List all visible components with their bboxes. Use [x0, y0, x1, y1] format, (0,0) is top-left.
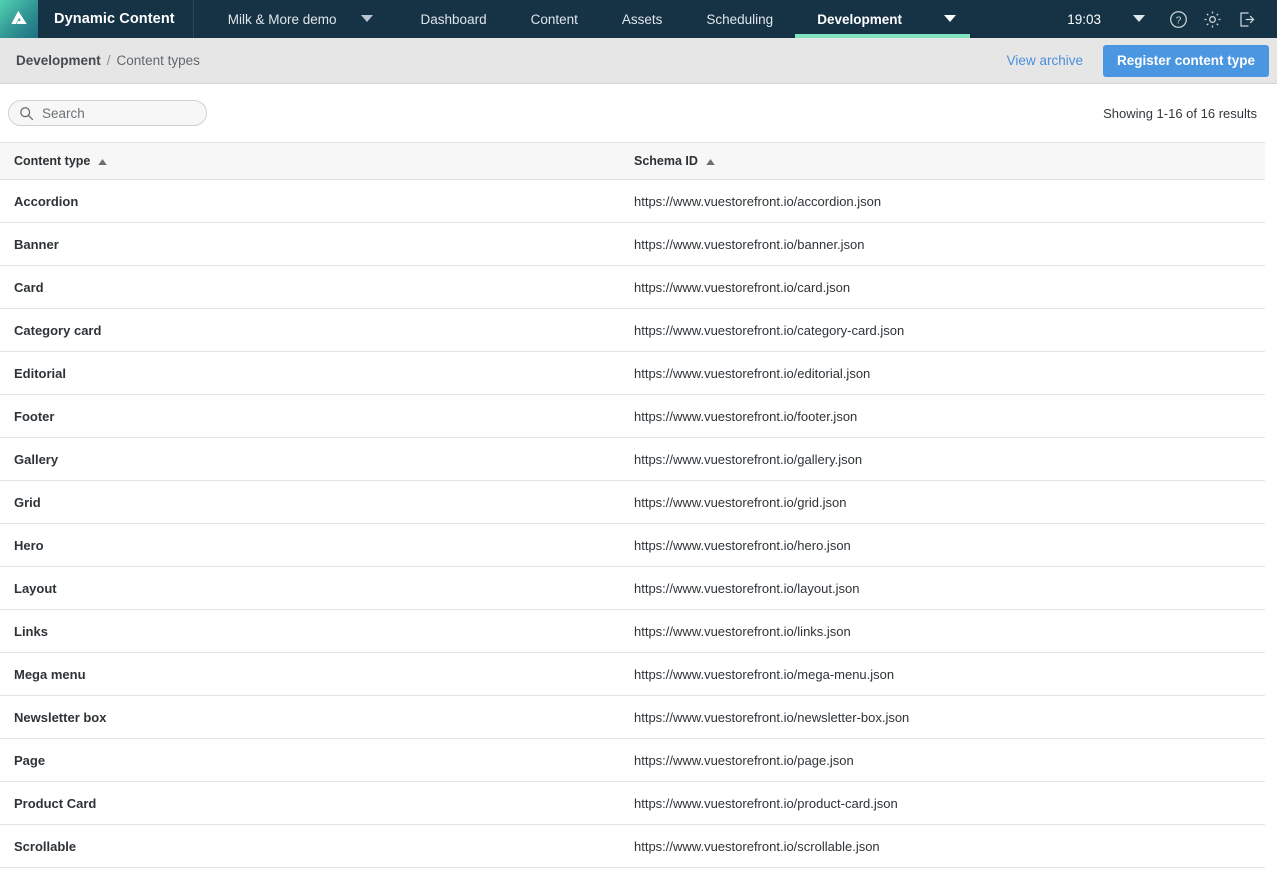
table-header-row: Content type Schema ID: [0, 143, 1265, 180]
column-header-schema-id[interactable]: Schema ID: [620, 143, 1265, 180]
nav-item-development-label: Development: [817, 12, 902, 27]
cell-schema-id: https://www.vuestorefront.io/links.json: [620, 610, 1265, 653]
cell-content-type-name: Hero: [0, 524, 620, 567]
view-archive-link[interactable]: View archive: [987, 53, 1103, 68]
logout-icon[interactable]: [1229, 0, 1263, 38]
breadcrumb-action-bar: Development / Content types View archive…: [0, 38, 1277, 84]
content-types-table: Content type Schema ID: [0, 142, 1265, 868]
cell-schema-id: https://www.vuestorefront.io/grid.json: [620, 481, 1265, 524]
table-row[interactable]: Category cardhttps://www.vuestorefront.i…: [0, 309, 1265, 352]
hub-selector[interactable]: Milk & More demo: [194, 0, 347, 38]
cell-content-type-name: Page: [0, 739, 620, 782]
nav-item-assets-label: Assets: [622, 12, 663, 27]
settings-gear-icon[interactable]: [1195, 0, 1229, 38]
nav-spacer: [970, 0, 1067, 38]
cell-content-type-name: Footer: [0, 395, 620, 438]
nav-item-content[interactable]: Content: [509, 0, 600, 38]
nav-item-dashboard-label: Dashboard: [421, 12, 487, 27]
chevron-down-icon[interactable]: [347, 0, 399, 38]
table-row[interactable]: Galleryhttps://www.vuestorefront.io/gall…: [0, 438, 1265, 481]
search-icon: [19, 106, 34, 121]
cell-schema-id: https://www.vuestorefront.io/mega-menu.j…: [620, 653, 1265, 696]
cell-schema-id: https://www.vuestorefront.io/category-ca…: [620, 309, 1265, 352]
content-types-table-container: Content type Schema ID: [0, 142, 1277, 868]
nav-item-assets[interactable]: Assets: [600, 0, 685, 38]
column-header-schema-id-label: Schema ID: [634, 154, 698, 168]
table-row[interactable]: Bannerhttps://www.vuestorefront.io/banne…: [0, 223, 1265, 266]
cell-content-type-name: Category card: [0, 309, 620, 352]
cell-schema-id: https://www.vuestorefront.io/editorial.j…: [620, 352, 1265, 395]
table-row[interactable]: Scrollablehttps://www.vuestorefront.io/s…: [0, 825, 1265, 868]
cell-schema-id: https://www.vuestorefront.io/page.json: [620, 739, 1265, 782]
cell-content-type-name: Grid: [0, 481, 620, 524]
cell-schema-id: https://www.vuestorefront.io/newsletter-…: [620, 696, 1265, 739]
table-row[interactable]: Gridhttps://www.vuestorefront.io/grid.js…: [0, 481, 1265, 524]
primary-nav-items: Dashboard Content Assets Scheduling Deve…: [399, 0, 970, 38]
table-row[interactable]: Product Cardhttps://www.vuestorefront.io…: [0, 782, 1265, 825]
table-header: Content type Schema ID: [0, 143, 1265, 180]
cell-content-type-name: Links: [0, 610, 620, 653]
table-body: Accordionhttps://www.vuestorefront.io/ac…: [0, 180, 1265, 868]
nav-item-content-label: Content: [531, 12, 578, 27]
hub-selector-label: Milk & More demo: [228, 12, 337, 27]
cell-schema-id: https://www.vuestorefront.io/banner.json: [620, 223, 1265, 266]
sort-ascending-icon: [706, 154, 715, 168]
cell-schema-id: https://www.vuestorefront.io/gallery.jso…: [620, 438, 1265, 481]
cell-schema-id: https://www.vuestorefront.io/card.json: [620, 266, 1265, 309]
filter-bar: Showing 1-16 of 16 results: [0, 84, 1277, 142]
cell-content-type-name: Product Card: [0, 782, 620, 825]
nav-item-development[interactable]: Development: [795, 0, 970, 38]
cell-content-type-name: Newsletter box: [0, 696, 620, 739]
cell-content-type-name: Banner: [0, 223, 620, 266]
cell-content-type-name: Layout: [0, 567, 620, 610]
help-icon[interactable]: ?: [1161, 0, 1195, 38]
dynamic-content-logo-icon: [8, 8, 30, 30]
register-content-type-button[interactable]: Register content type: [1103, 45, 1269, 77]
table-row[interactable]: Cardhttps://www.vuestorefront.io/card.js…: [0, 266, 1265, 309]
app-logo[interactable]: [0, 0, 38, 38]
search-input[interactable]: [42, 102, 192, 124]
nav-item-scheduling-label: Scheduling: [706, 12, 773, 27]
sort-ascending-icon: [98, 154, 107, 168]
nav-item-scheduling[interactable]: Scheduling: [684, 0, 795, 38]
top-navigation-bar: Dynamic Content Milk & More demo Dashboa…: [0, 0, 1277, 38]
table-row[interactable]: Linkshttps://www.vuestorefront.io/links.…: [0, 610, 1265, 653]
cell-content-type-name: Scrollable: [0, 825, 620, 868]
brand-title: Dynamic Content: [38, 0, 194, 38]
cell-content-type-name: Gallery: [0, 438, 620, 481]
search-box[interactable]: [8, 100, 207, 126]
cell-schema-id: https://www.vuestorefront.io/accordion.j…: [620, 180, 1265, 223]
clock-chevron-down-icon[interactable]: [1105, 0, 1161, 38]
column-header-content-type[interactable]: Content type: [0, 143, 620, 180]
nav-icon-group: ?: [1161, 0, 1277, 38]
breadcrumb-separator: /: [107, 53, 111, 68]
cell-content-type-name: Card: [0, 266, 620, 309]
clock-display: 19:03: [1067, 0, 1105, 38]
cell-schema-id: https://www.vuestorefront.io/footer.json: [620, 395, 1265, 438]
table-row[interactable]: Newsletter boxhttps://www.vuestorefront.…: [0, 696, 1265, 739]
cell-content-type-name: Editorial: [0, 352, 620, 395]
cell-schema-id: https://www.vuestorefront.io/layout.json: [620, 567, 1265, 610]
column-header-content-type-label: Content type: [14, 154, 90, 168]
breadcrumb-current-page: Content types: [117, 53, 200, 68]
cell-content-type-name: Mega menu: [0, 653, 620, 696]
cell-schema-id: https://www.vuestorefront.io/scrollable.…: [620, 825, 1265, 868]
development-chevron-down-icon[interactable]: [902, 15, 956, 23]
table-row[interactable]: Layouthttps://www.vuestorefront.io/layou…: [0, 567, 1265, 610]
table-row[interactable]: Mega menuhttps://www.vuestorefront.io/me…: [0, 653, 1265, 696]
table-row[interactable]: Footerhttps://www.vuestorefront.io/foote…: [0, 395, 1265, 438]
table-row[interactable]: Accordionhttps://www.vuestorefront.io/ac…: [0, 180, 1265, 223]
cell-schema-id: https://www.vuestorefront.io/product-car…: [620, 782, 1265, 825]
nav-item-dashboard[interactable]: Dashboard: [399, 0, 509, 38]
breadcrumb: Development / Content types: [16, 53, 200, 68]
table-row[interactable]: Herohttps://www.vuestorefront.io/hero.js…: [0, 524, 1265, 567]
table-row[interactable]: Editorialhttps://www.vuestorefront.io/ed…: [0, 352, 1265, 395]
cell-content-type-name: Accordion: [0, 180, 620, 223]
cell-schema-id: https://www.vuestorefront.io/hero.json: [620, 524, 1265, 567]
breadcrumb-root-link[interactable]: Development: [16, 53, 101, 68]
results-count-label: Showing 1-16 of 16 results: [1103, 106, 1265, 121]
svg-text:?: ?: [1175, 15, 1181, 26]
table-row[interactable]: Pagehttps://www.vuestorefront.io/page.js…: [0, 739, 1265, 782]
